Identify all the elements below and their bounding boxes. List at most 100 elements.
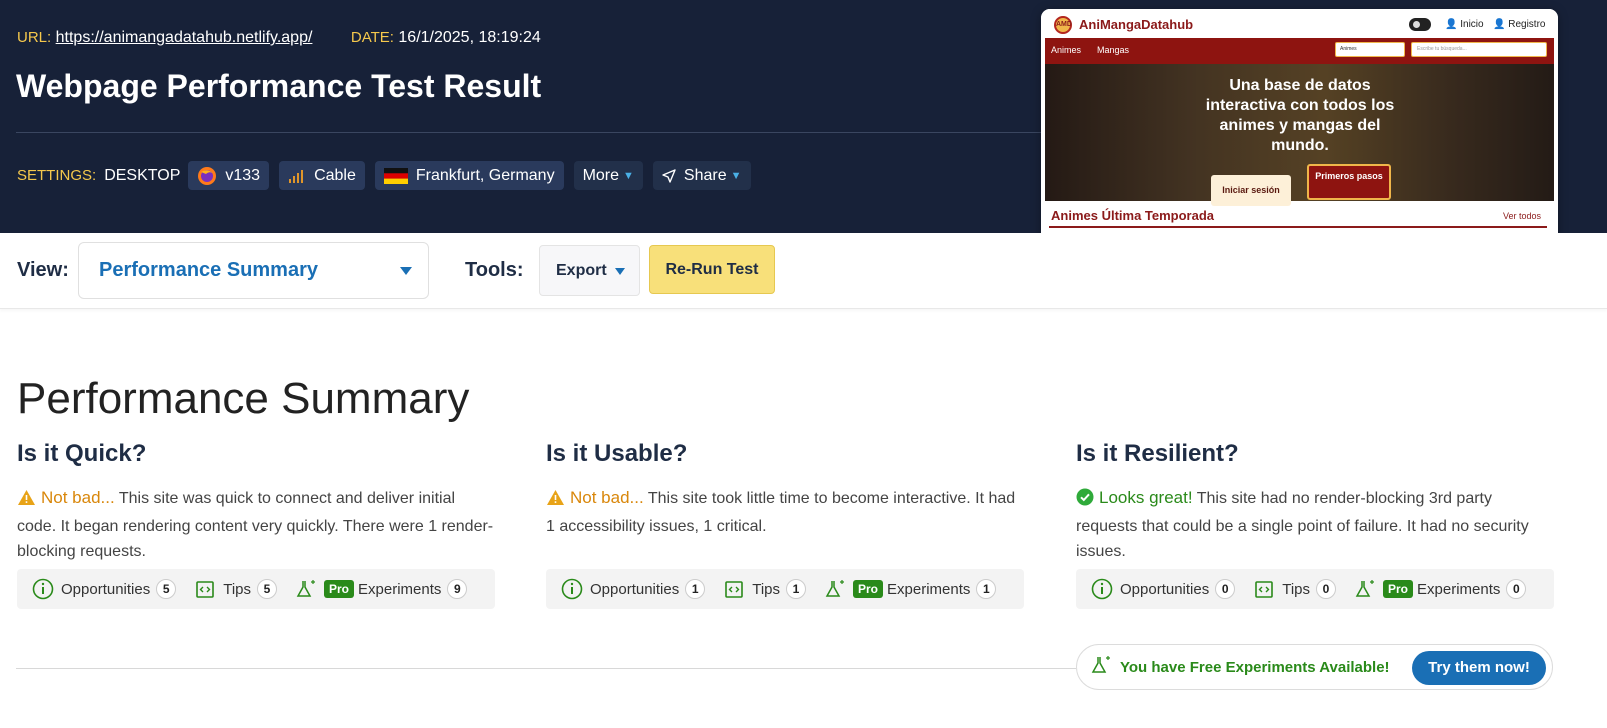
thumb-section-title: Animes Última Temporada [1051, 208, 1215, 223]
experiments-link[interactable]: Pro Experiments 9 [295, 578, 468, 600]
url-label: URL: [17, 29, 52, 46]
test-settings: SETTINGS: DESKTOP v133 Cable Frankfurt, … [17, 161, 761, 190]
opportunities-link[interactable]: Opportunities 5 [32, 578, 177, 600]
firefox-icon [197, 166, 217, 186]
test-date: 16/1/2025, 18:19:24 [398, 29, 541, 46]
rerun-test-button[interactable]: Re-Run Test [649, 245, 775, 294]
page-screenshot-thumbnail[interactable]: AMD AniMangaDatahub 👤 Inicio 👤 Registro … [1041, 9, 1558, 271]
connection-type: Cable [314, 166, 356, 184]
test-meta: URL: https://animangadatahub.netlify.app… [17, 29, 541, 47]
test-location: Frankfurt, Germany [415, 166, 555, 184]
view-select[interactable]: Performance Summary [78, 242, 429, 299]
site-logo: AMD [1054, 16, 1072, 34]
tips-link[interactable]: Tips 1 [723, 578, 806, 600]
share-button[interactable]: Share ▼ [652, 161, 751, 190]
usable-heading: Is it Usable? [546, 440, 688, 467]
opportunities-label: Opportunities [1120, 580, 1210, 598]
more-label: More [582, 166, 620, 184]
chevron-down-icon [615, 268, 625, 275]
theme-toggle-icon [1409, 18, 1431, 31]
opportunities-link[interactable]: Opportunities 0 [1091, 578, 1236, 600]
browser-version: v133 [225, 166, 261, 184]
location-pill: Frankfurt, Germany [374, 161, 564, 190]
thumb-see-all: Ver todos [1503, 211, 1542, 221]
send-icon [662, 168, 676, 183]
code-doc-icon [1253, 578, 1275, 600]
chevron-down-icon [400, 267, 412, 275]
quick-column: Is it Quick? Not bad... This site was qu… [17, 440, 495, 609]
free-experiments-text: You have Free Experiments Available! [1120, 658, 1390, 676]
export-button[interactable]: Export [539, 245, 640, 296]
more-button[interactable]: More ▼ [573, 161, 643, 190]
share-label: Share [683, 166, 727, 184]
free-experiments-banner: You have Free Experiments Available! Try… [1076, 644, 1553, 690]
page-title: Webpage Performance Test Result [16, 68, 542, 104]
code-doc-icon [723, 578, 745, 600]
try-them-now-button[interactable]: Try them now! [1412, 651, 1546, 685]
resilient-stats: Opportunities 0 Tips 0 Pro Experiments 0 [1076, 569, 1554, 609]
flask-icon [295, 578, 317, 600]
info-circle-icon [561, 578, 583, 600]
warning-icon [546, 489, 565, 514]
view-select-value: Performance Summary [99, 259, 318, 281]
tools-label: Tools: [465, 259, 524, 281]
page: URL: https://animangadatahub.netlify.app… [0, 0, 1607, 728]
opportunities-count: 5 [156, 579, 177, 599]
tips-label: Tips [1282, 580, 1310, 598]
thumb-login-button: Iniciar sesión [1211, 175, 1291, 206]
opportunities-count: 0 [1215, 579, 1236, 599]
usable-verdict: Not bad... [570, 488, 644, 507]
quick-description: Not bad... This site was quick to connec… [17, 485, 495, 564]
quick-heading: Is it Quick? [17, 440, 147, 467]
tips-count: 1 [786, 579, 806, 599]
usable-description: Not bad... This site took little time to… [546, 485, 1024, 539]
experiments-link[interactable]: Pro Experiments 0 [1354, 578, 1527, 600]
resilient-verdict: Looks great! [1099, 488, 1193, 507]
pro-badge: Pro [853, 580, 884, 598]
pro-badge: Pro [324, 580, 355, 598]
resilient-column: Is it Resilient? Looks great! This site … [1076, 440, 1554, 609]
view-label: View: [17, 259, 69, 281]
warning-icon [17, 489, 36, 514]
germany-flag-icon [383, 167, 408, 184]
header-divider [16, 132, 1046, 133]
summary-title: Performance Summary [17, 374, 470, 423]
quick-stats: Opportunities 5 Tips 5 Pro Experiments 9 [17, 569, 495, 609]
caret-down-icon: ▼ [730, 169, 742, 182]
experiments-link[interactable]: Pro Experiments 1 [824, 578, 997, 600]
caret-down-icon: ▼ [623, 169, 634, 182]
thumb-nav-animes: Animes [1051, 45, 1082, 55]
view-toolbar: View: Performance Summary Tools: Export … [0, 233, 1607, 309]
browser-pill: v133 [188, 161, 270, 190]
opportunities-link[interactable]: Opportunities 1 [561, 578, 706, 600]
code-doc-icon [194, 578, 216, 600]
usable-column: Is it Usable? Not bad... This site took … [546, 440, 1024, 609]
quick-verdict: Not bad... [41, 488, 115, 507]
flask-icon [824, 578, 846, 600]
tips-link[interactable]: Tips 0 [1253, 578, 1336, 600]
usable-stats: Opportunities 1 Tips 1 Pro Experiments 1 [546, 569, 1024, 609]
signal-bars-icon [288, 169, 306, 183]
experiments-count: 0 [1506, 579, 1527, 599]
opportunities-label: Opportunities [590, 580, 680, 598]
thumb-first-steps-button: Primeros pasos [1307, 164, 1391, 200]
resilient-heading: Is it Resilient? [1076, 440, 1239, 467]
tips-label: Tips [752, 580, 780, 598]
thumb-link-register: 👤 Registro [1493, 19, 1546, 30]
site-brand: AniMangaDatahub [1079, 17, 1194, 32]
experiments-label: Experiments [1417, 580, 1501, 598]
flask-icon [1090, 654, 1112, 681]
thumb-search: Escribe tu búsqueda... [1411, 42, 1547, 57]
thumb-hero-text: Una base de datos interactiva con todos … [1205, 77, 1395, 154]
experiments-count: 1 [976, 579, 997, 599]
thumb-select: Animes [1335, 42, 1405, 57]
settings-label: SETTINGS: [17, 167, 97, 184]
opportunities-count: 1 [685, 579, 706, 599]
date-label: DATE: [350, 29, 394, 46]
connection-pill: Cable [279, 161, 365, 190]
thumb-topbar: AMD AniMangaDatahub 👤 Inicio 👤 Registro [1041, 9, 1558, 38]
tested-url-link[interactable]: https://animangadatahub.netlify.app/ [56, 29, 313, 46]
check-circle-icon [1076, 488, 1094, 514]
tips-link[interactable]: Tips 5 [194, 578, 277, 600]
flask-icon [1354, 578, 1376, 600]
